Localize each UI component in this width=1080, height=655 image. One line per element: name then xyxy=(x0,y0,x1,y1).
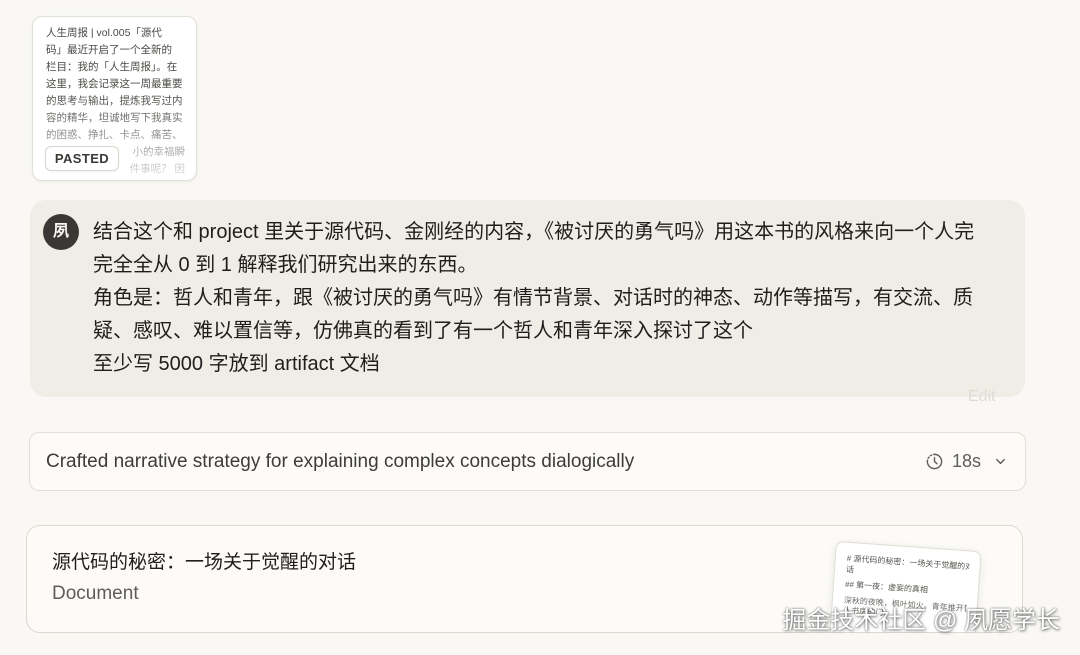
edit-message-button[interactable]: Edit xyxy=(968,387,996,407)
pasted-text-line: 这里，我会记录这一周最重要 xyxy=(46,78,183,90)
user-message-bubble: 夙 结合这个和 project 里关于源代码、金刚经的内容，《被讨厌的勇气吗》用… xyxy=(30,200,1025,397)
artifact-type-label: Document xyxy=(52,583,139,604)
user-avatar: 夙 xyxy=(43,214,79,250)
thinking-summary-text: Crafted narrative strategy for explainin… xyxy=(46,450,635,472)
message-line: 至少写 5000 字放到 artifact 文档 xyxy=(93,353,380,375)
thinking-summary-toggle[interactable]: Crafted narrative strategy for explainin… xyxy=(29,432,1026,491)
message-line: 角色是：哲人和青年，跟《被讨厌的勇气吗》有情节背景、对话时的神态、动作等描写，有… xyxy=(93,287,973,309)
thinking-meta: 18s xyxy=(925,451,1007,472)
thinking-duration: 18s xyxy=(951,451,981,471)
message-line: 完全全从 0 到 1 解释我们研究出来的东西。 xyxy=(93,254,478,276)
pasted-text-line: 的思考与输出，提炼我写过内 xyxy=(46,95,183,107)
pasted-text-line: 栏目：我的「人生周报」。在 xyxy=(46,61,178,73)
watermark: 掘金技术社区 @ 夙愿学长 xyxy=(782,607,1060,634)
pasted-badge: PASTED xyxy=(45,146,119,171)
pasted-text-line: 的困惑、挣扎、卡点、痛苦、 xyxy=(46,129,183,141)
pasted-attachment-card[interactable]: 人生周报 | vol.005「源代 码」最近开启了一个全新的 栏目：我的「人生周… xyxy=(32,16,197,181)
user-message-text: 结合这个和 project 里关于源代码、金刚经的内容，《被讨厌的勇气吗》用这本… xyxy=(93,216,1013,381)
pasted-text-line: 人生周报 | vol.005「源代 xyxy=(46,27,162,39)
clock-dashed-icon xyxy=(926,453,943,470)
chevron-down-icon[interactable] xyxy=(994,455,1007,468)
pasted-text-line: 码」最近开启了一个全新的 xyxy=(46,44,172,56)
message-line: 结合这个和 project 里关于源代码、金刚经的内容，《被讨厌的勇气吗》用这本… xyxy=(93,221,975,243)
pasted-text-line: 容的精华，坦诚地写下我真实 xyxy=(46,112,183,124)
message-line: 疑、感叹、难以置信等，仿佛真的看到了有一个哲人和青年深入探讨了这个 xyxy=(93,320,753,342)
artifact-title: 源代码的秘密：一场关于觉醒的对话 xyxy=(52,552,357,573)
